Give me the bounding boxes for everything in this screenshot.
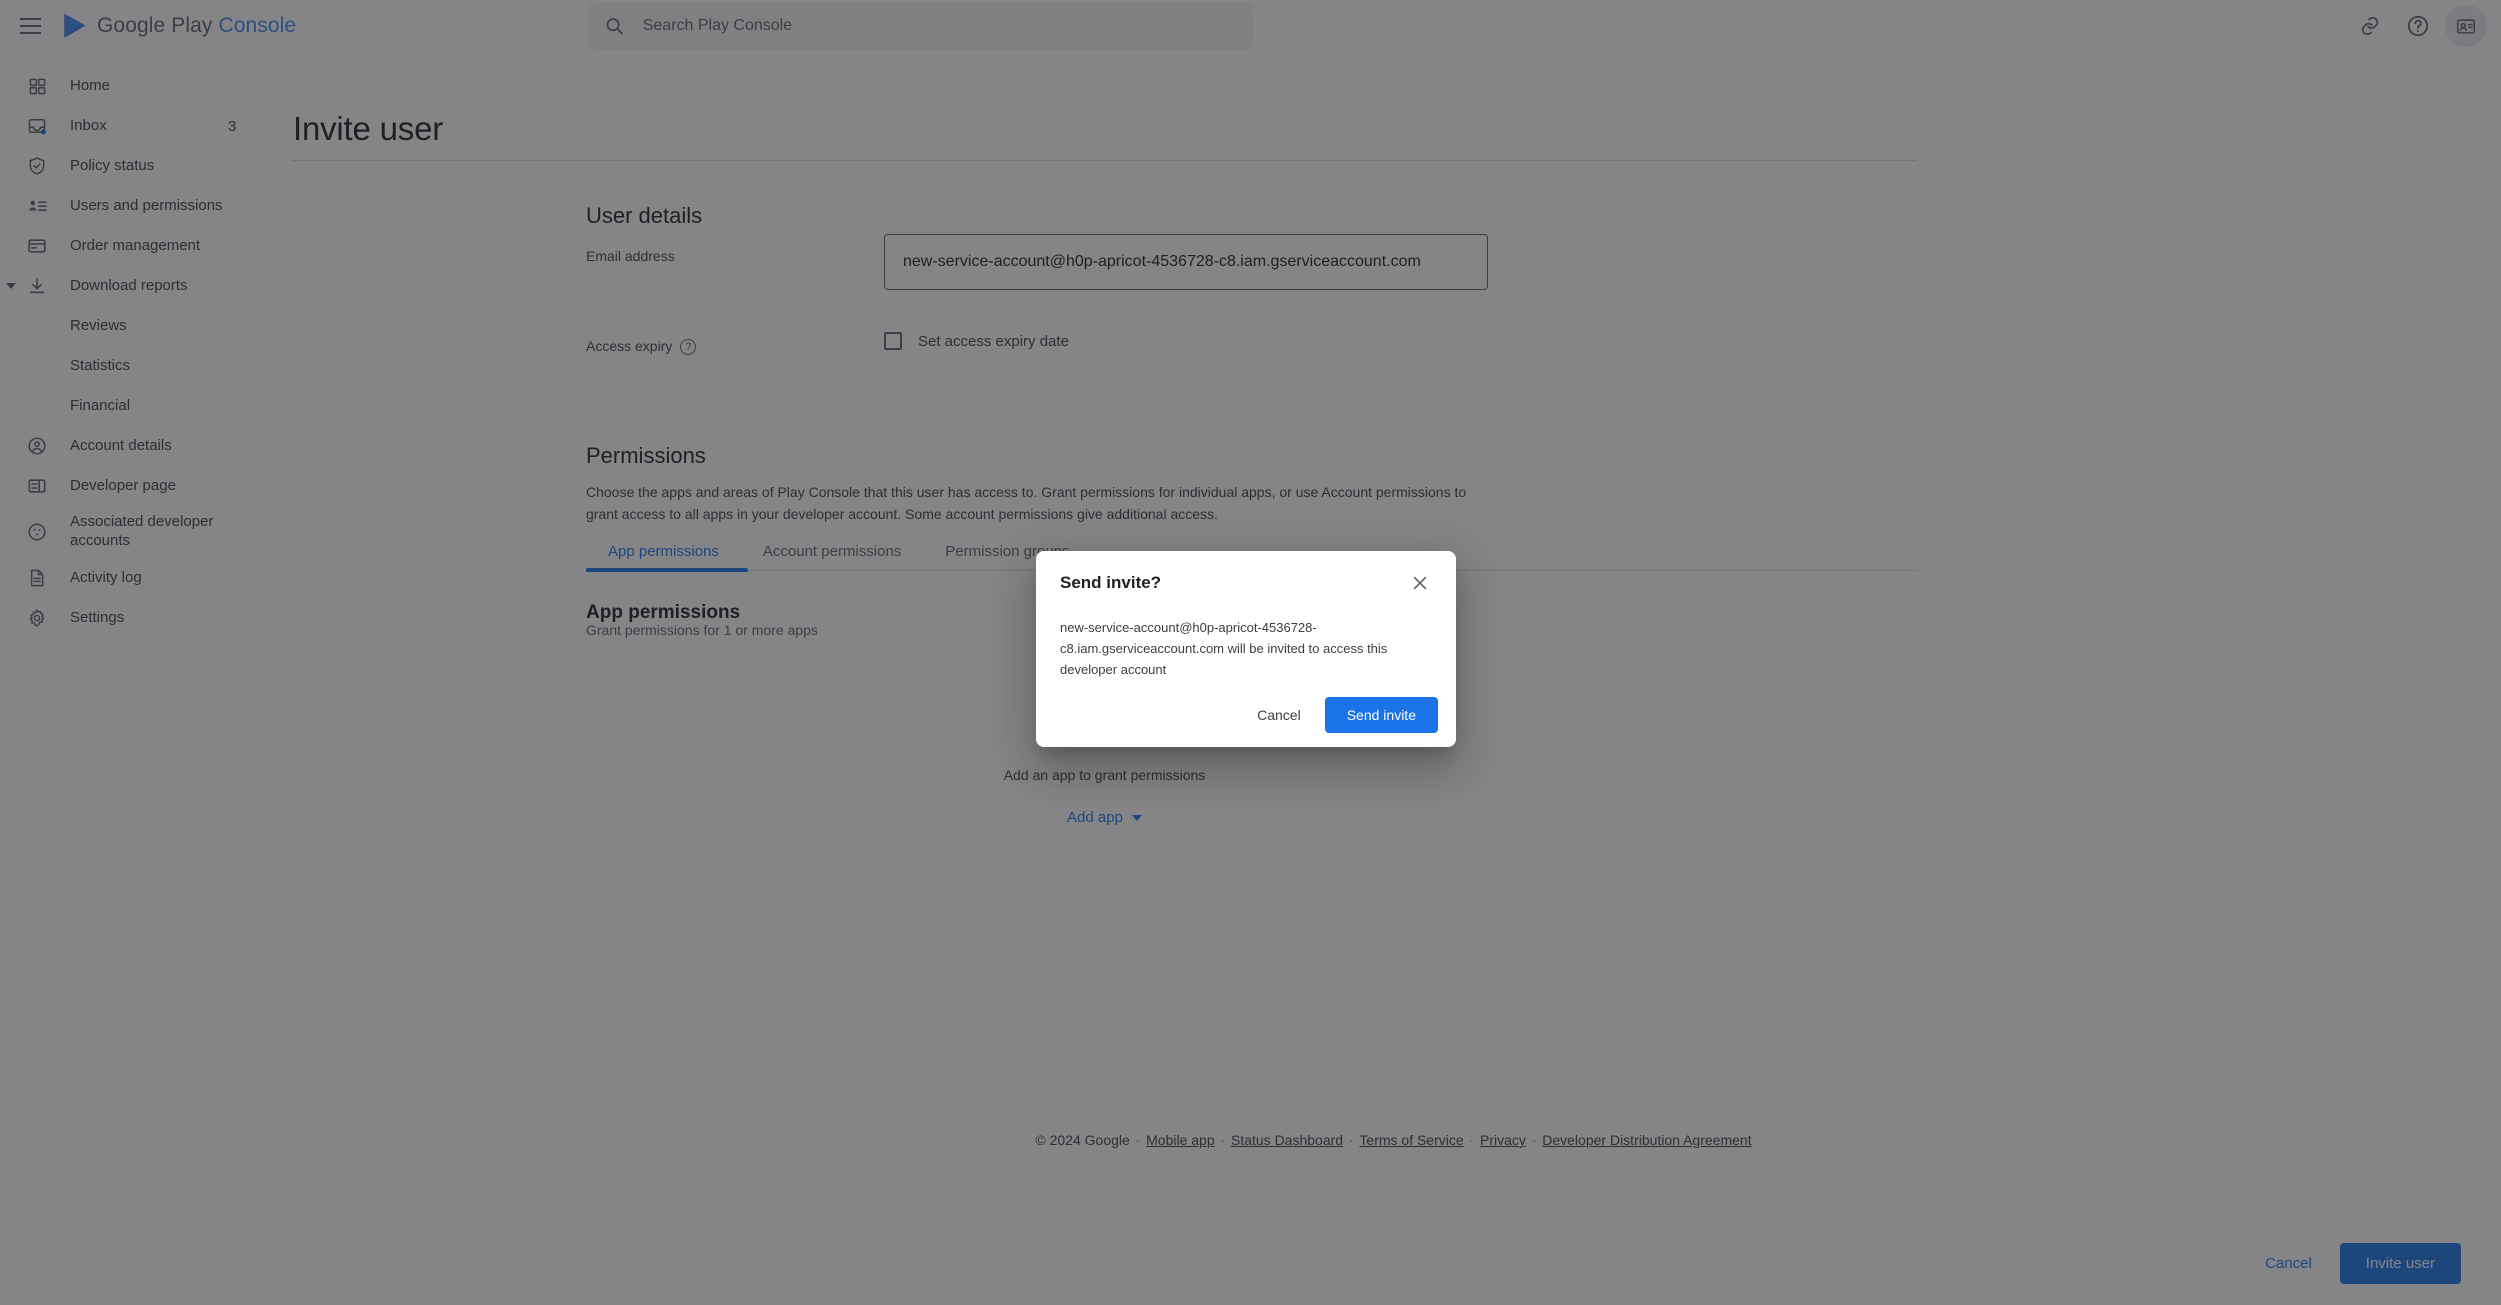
dialog-body-text: new-service-account@h0p-apricot-4536728-… bbox=[1060, 620, 1388, 678]
close-icon[interactable] bbox=[1408, 571, 1432, 595]
send-invite-dialog: Send invite? new-service-account@h0p-apr… bbox=[1036, 551, 1456, 747]
dialog-header: Send invite? bbox=[1060, 571, 1432, 595]
dialog-cancel-button[interactable]: Cancel bbox=[1241, 697, 1317, 733]
dialog-actions: Cancel Send invite bbox=[1241, 697, 1438, 733]
dialog-title: Send invite? bbox=[1060, 573, 1162, 592]
dialog-send-invite-button[interactable]: Send invite bbox=[1324, 697, 1438, 733]
